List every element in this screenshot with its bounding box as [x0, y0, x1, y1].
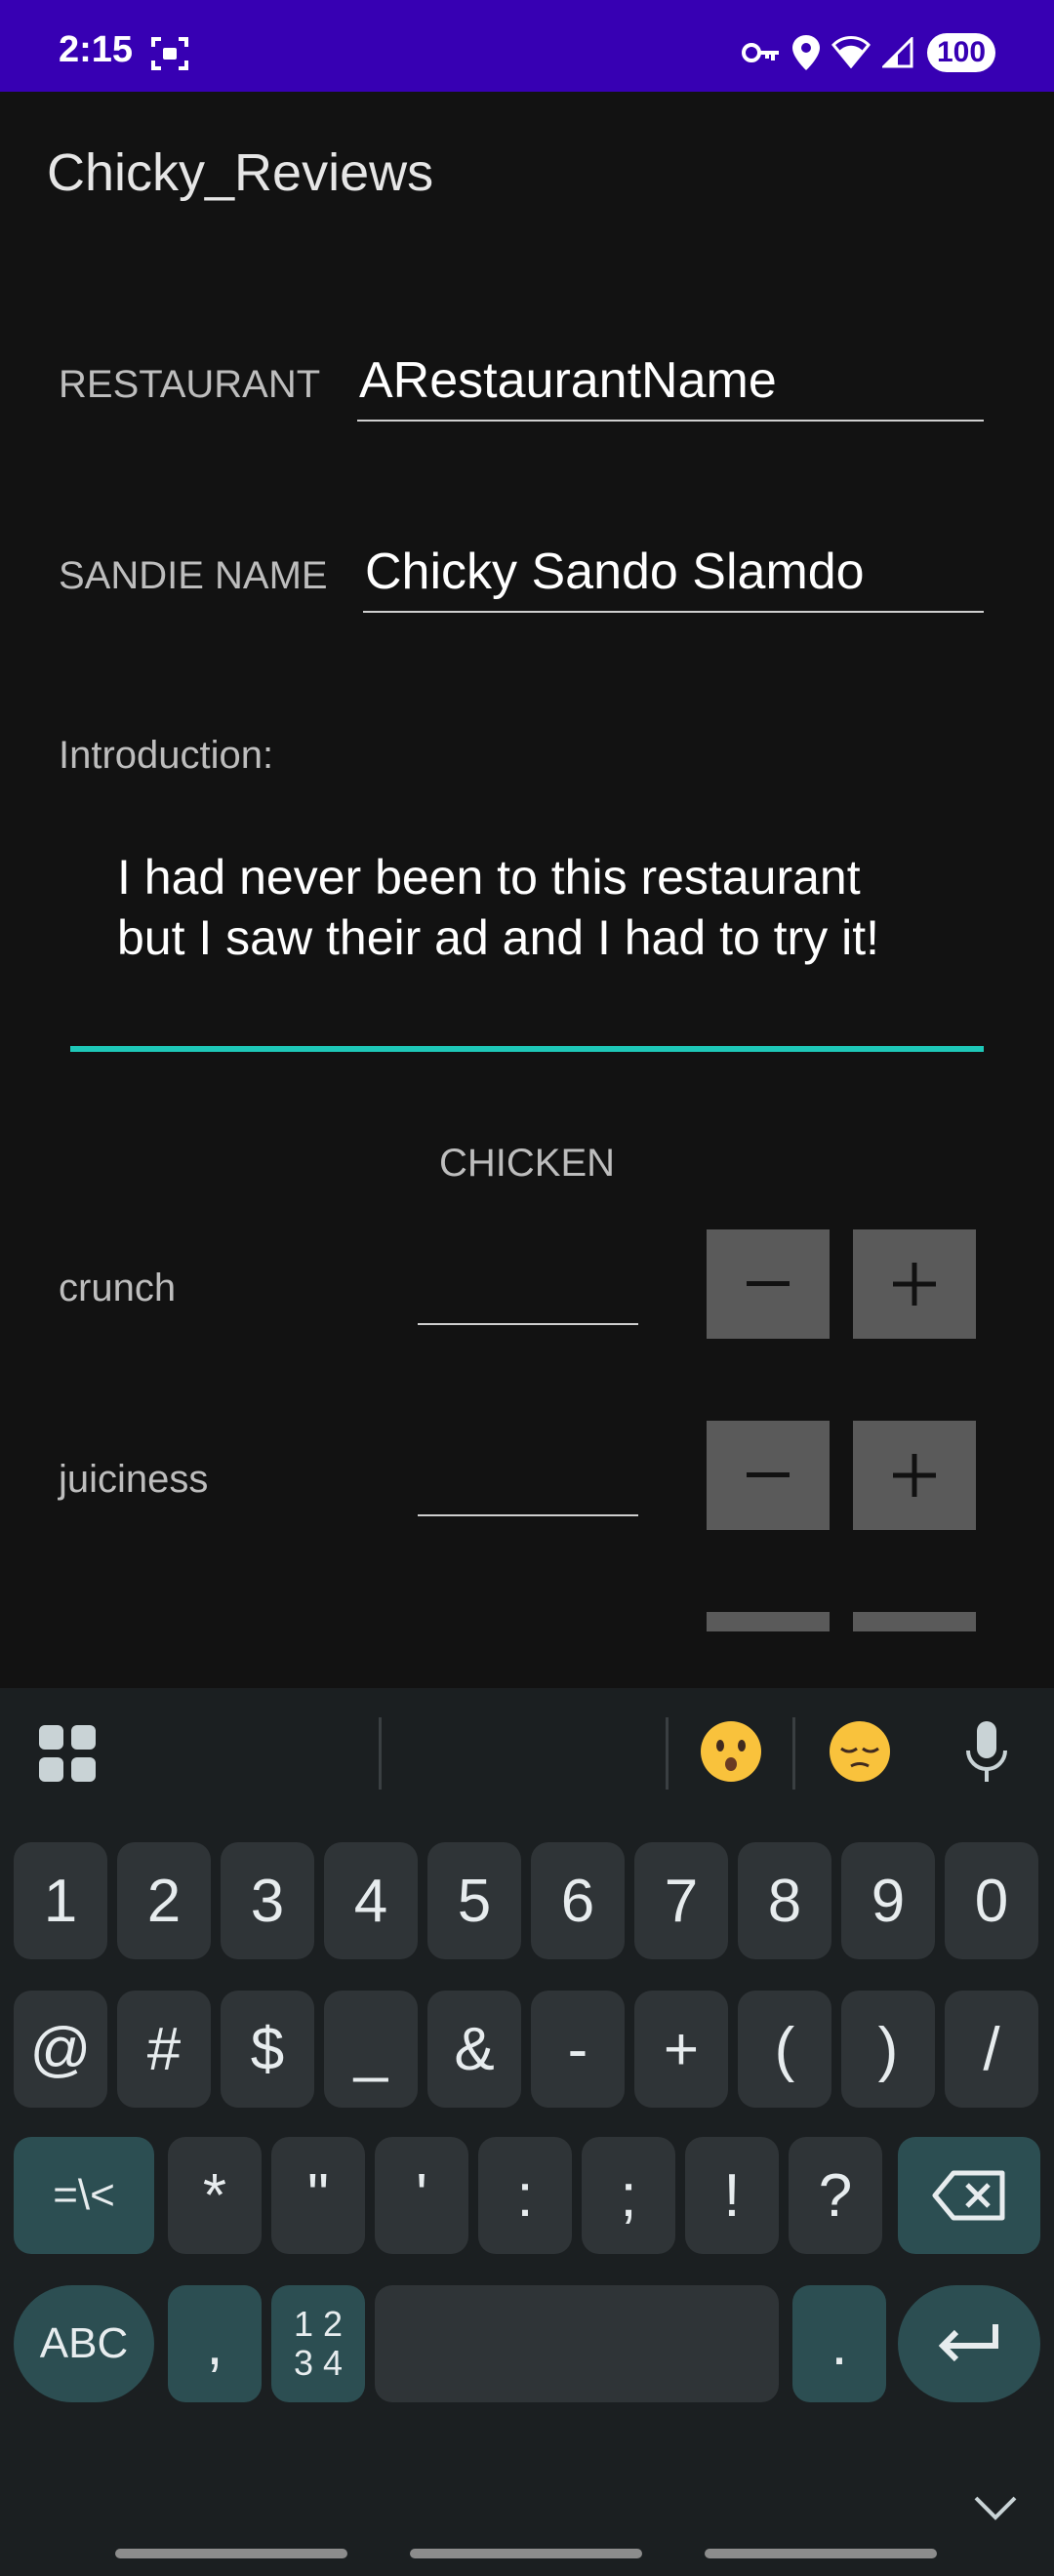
juiciness-input[interactable]	[418, 1450, 638, 1509]
key-1[interactable]: 1	[14, 1842, 107, 1959]
microphone-icon[interactable]	[964, 1721, 1009, 1789]
juiciness-input-underline	[418, 1514, 638, 1516]
juiciness-increment-button[interactable]	[853, 1421, 976, 1530]
key-hash[interactable]: #	[117, 1991, 211, 2108]
key-dollar[interactable]: $	[221, 1991, 314, 2108]
key-slash[interactable]: /	[945, 1991, 1038, 2108]
plus-icon	[893, 1263, 936, 1306]
key-8[interactable]: 8	[738, 1842, 831, 1959]
pensive-face-emoji-icon[interactable]	[828, 1719, 892, 1789]
soft-keyboard	[0, 1688, 1054, 2576]
sandie-name-input-underline	[363, 611, 984, 613]
key-9[interactable]: 9	[841, 1842, 935, 1959]
nav-handle-left	[115, 2549, 347, 2558]
app-title: Chicky_Reviews	[47, 143, 434, 202]
backspace-icon	[932, 2170, 1005, 2221]
vpn-key-icon	[742, 41, 781, 69]
key-asterisk[interactable]: *	[168, 2137, 262, 2254]
crunch-input[interactable]	[418, 1259, 638, 1317]
restaurant-input-underline	[357, 420, 984, 422]
key-open-paren[interactable]: (	[738, 1991, 831, 2108]
key-double-quote[interactable]: "	[271, 2137, 365, 2254]
chevron-down-icon[interactable]	[972, 2494, 1019, 2526]
status-time: 2:15	[59, 29, 134, 70]
key-period[interactable]: .	[792, 2285, 886, 2402]
key-6[interactable]: 6	[531, 1842, 625, 1959]
introduction-line-1: I had never been to this restaurant	[117, 850, 861, 905]
next-increment-button-partial[interactable]	[853, 1612, 976, 1631]
toolbar-divider	[792, 1717, 795, 1790]
key-minus[interactable]: -	[531, 1991, 625, 2108]
status-bar: 2:15 100	[0, 0, 1054, 92]
sandie-name-input[interactable]: Chicky Sando Slamdo	[365, 543, 865, 601]
key-0[interactable]: 0	[945, 1842, 1038, 1959]
crunch-input-underline	[418, 1323, 638, 1325]
plus-icon	[893, 1454, 936, 1497]
key-plus[interactable]: +	[634, 1991, 728, 2108]
toolbar-divider	[379, 1717, 382, 1790]
backspace-key[interactable]	[898, 2137, 1040, 2254]
spacebar-key[interactable]	[375, 2285, 779, 2402]
key-single-quote[interactable]: '	[375, 2137, 468, 2254]
key-more-symbols[interactable]: =\<	[14, 2137, 154, 2254]
key-underscore[interactable]: _	[324, 1991, 418, 2108]
toolbar-divider	[666, 1717, 669, 1790]
key-exclamation[interactable]: !	[685, 2137, 779, 2254]
abc-key[interactable]: ABC	[14, 2285, 154, 2402]
restaurant-label: RESTAURANT	[59, 363, 321, 406]
hushed-face-emoji-icon[interactable]	[699, 1719, 763, 1789]
introduction-focus-underline	[70, 1046, 984, 1052]
key-close-paren[interactable]: )	[841, 1991, 935, 2108]
key-2[interactable]: 2	[117, 1842, 211, 1959]
enter-icon	[938, 2324, 998, 2362]
nav-handle-right	[705, 2549, 937, 2558]
enter-key[interactable]	[898, 2285, 1040, 2402]
nav-handle-center[interactable]	[410, 2549, 642, 2558]
crunch-label: crunch	[59, 1267, 177, 1309]
numpad-key[interactable]: 1 2 3 4	[271, 2285, 365, 2402]
key-colon[interactable]: :	[478, 2137, 572, 2254]
introduction-textarea[interactable]: I had never been to this restaurant but …	[70, 839, 984, 1054]
sandie-name-label: SANDIE NAME	[59, 554, 328, 597]
introduction-label: Introduction:	[59, 734, 274, 777]
crunch-increment-button[interactable]	[853, 1229, 976, 1339]
key-semicolon[interactable]: ;	[582, 2137, 675, 2254]
location-icon	[792, 35, 820, 75]
minus-icon	[747, 1472, 790, 1477]
key-4[interactable]: 4	[324, 1842, 418, 1959]
crunch-decrement-button[interactable]	[707, 1229, 830, 1339]
key-ampersand[interactable]: &	[427, 1991, 521, 2108]
introduction-line-2: but I saw their ad and I had to try it!	[117, 910, 879, 965]
restaurant-input[interactable]: ARestaurantName	[359, 351, 777, 410]
key-3[interactable]: 3	[221, 1842, 314, 1959]
key-question[interactable]: ?	[789, 2137, 882, 2254]
key-7[interactable]: 7	[634, 1842, 728, 1959]
juiciness-label: juiciness	[59, 1458, 209, 1501]
key-at[interactable]: @	[14, 1991, 107, 2108]
screenshot-icon	[151, 37, 188, 75]
battery-icon: 100	[927, 33, 995, 72]
minus-icon	[747, 1281, 790, 1286]
wifi-icon	[831, 35, 872, 73]
juiciness-decrement-button[interactable]	[707, 1421, 830, 1530]
key-5[interactable]: 5	[427, 1842, 521, 1959]
key-comma[interactable]: ,	[168, 2285, 262, 2402]
signal-icon	[880, 35, 913, 73]
chicken-section-heading: CHICKEN	[438, 1142, 616, 1185]
apps-grid-icon[interactable]	[39, 1725, 96, 1787]
next-decrement-button-partial[interactable]	[707, 1612, 830, 1631]
